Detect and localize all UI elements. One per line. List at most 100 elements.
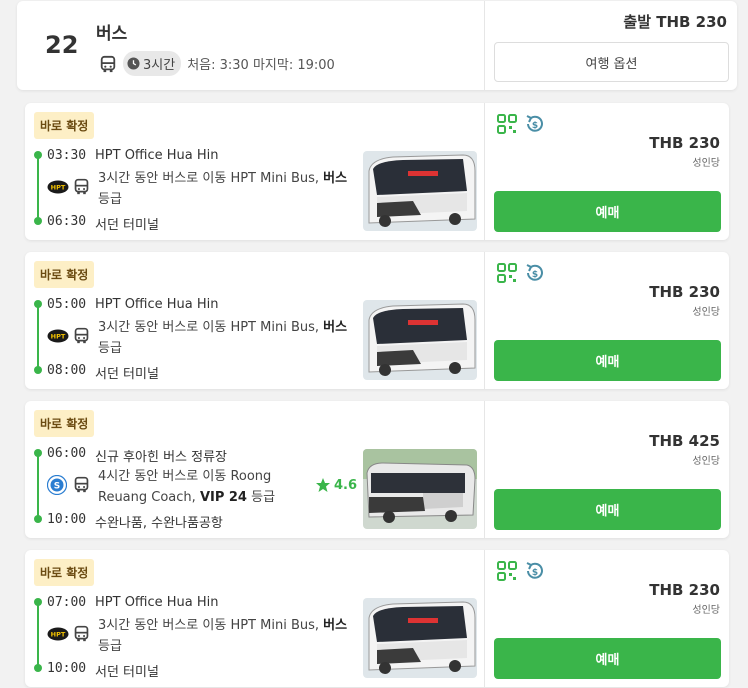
- departure-dot: [34, 300, 42, 308]
- transport-summary-card: 22 버스 3시간 처음: 3:30 마지막: 19:00 출발 THB 230…: [17, 1, 737, 90]
- qr-ticket-icon: [497, 561, 517, 581]
- card-divider: [484, 103, 485, 240]
- price: THB 230: [649, 283, 720, 301]
- price-unit: 성인당: [692, 307, 720, 318]
- departure-time: 05:00: [47, 297, 87, 312]
- divider: [484, 1, 485, 90]
- bus-icon: [74, 476, 89, 493]
- svg-text:HPT: HPT: [51, 333, 66, 341]
- instant-confirm-badge: 바로 확정: [34, 112, 95, 139]
- desc-text: 3시간 동안 버스로 이동 HPT Mini Bus,: [98, 171, 324, 186]
- desc-text: 3시간 동안 버스로 이동 HPT Mini Bus,: [98, 320, 324, 335]
- book-button[interactable]: 예매: [494, 638, 721, 679]
- refund-icon: $: [526, 562, 543, 579]
- trip-card[interactable]: 바로 확정 03:30 HPT Office Hua Hin HPT 3시간 동…: [25, 103, 729, 240]
- feature-icons: $: [496, 113, 552, 135]
- desc-text: 3시간 동안 버스로 이동 HPT Mini Bus,: [98, 618, 324, 633]
- desc-suffix: 등급: [98, 192, 122, 207]
- arrival-stop: 서던 터미널: [95, 665, 159, 680]
- departure-stop: HPT Office Hua Hin: [95, 595, 219, 610]
- travel-options-button[interactable]: 여행 옵션: [494, 42, 729, 82]
- card-divider: [484, 252, 485, 389]
- card-divider: [484, 401, 485, 538]
- trip-description: 3시간 동안 버스로 이동 HPT Mini Bus, 버스 등급: [98, 615, 358, 657]
- departure-time: 06:00: [47, 446, 87, 461]
- hpt-operator-logo: HPT: [47, 627, 69, 641]
- book-button[interactable]: 예매: [494, 191, 721, 232]
- departure-dot: [34, 151, 42, 159]
- bus-icon: [74, 327, 89, 344]
- book-button[interactable]: 예매: [494, 489, 721, 530]
- hpt-operator-logo: HPT: [47, 180, 69, 194]
- arrival-dot: [34, 664, 42, 672]
- operator-rating: 4.6: [315, 477, 357, 493]
- arrival-stop: 서던 터미널: [95, 367, 159, 382]
- svg-text:HPT: HPT: [51, 184, 66, 192]
- route-line: [37, 155, 39, 220]
- vehicle-photo[interactable]: [363, 598, 477, 678]
- vehicle-photo[interactable]: [363, 300, 477, 380]
- card-divider: [484, 550, 485, 687]
- class-name: VIP 24: [199, 490, 247, 505]
- desc-suffix: 등급: [98, 341, 122, 356]
- arrival-stop: 서던 터미널: [95, 218, 159, 233]
- price-unit: 성인당: [692, 456, 720, 467]
- departure-stop: HPT Office Hua Hin: [95, 148, 219, 163]
- transport-type-title: 버스: [96, 24, 128, 44]
- price: THB 230: [649, 134, 720, 152]
- trip-card[interactable]: 바로 확정 05:00 HPT Office Hua Hin HPT 3시간 동…: [25, 252, 729, 389]
- bus-icon: [74, 178, 89, 195]
- instant-confirm-badge: 바로 확정: [34, 410, 95, 437]
- roong-reuang-operator-logo: S: [47, 475, 67, 495]
- price-unit: 성인당: [692, 605, 720, 616]
- feature-icons: $: [496, 560, 552, 582]
- clock-icon: [127, 57, 140, 70]
- duration-pill: 3시간: [123, 51, 182, 76]
- desc-suffix: 등급: [246, 490, 276, 505]
- arrival-stop: 수완나품, 수완나품공항: [95, 516, 223, 531]
- price: THB 230: [649, 581, 720, 599]
- bus-icon: [74, 625, 89, 642]
- hpt-operator-logo: HPT: [47, 329, 69, 343]
- trip-description: 4시간 동안 버스로 이동 Roong Reuang Coach, VIP 24…: [98, 466, 308, 508]
- instant-confirm-badge: 바로 확정: [34, 559, 95, 586]
- departure-stop: HPT Office Hua Hin: [95, 297, 219, 312]
- trip-count: 22: [45, 31, 79, 59]
- star-icon: [316, 478, 330, 492]
- departure-time: 03:30: [47, 148, 87, 163]
- vehicle-photo[interactable]: [363, 151, 477, 231]
- arrival-time: 10:00: [47, 661, 87, 676]
- qr-ticket-icon: [497, 114, 517, 134]
- bus-icon: [100, 55, 116, 72]
- summary-meta: 3시간 처음: 3:30 마지막: 19:00: [99, 51, 335, 76]
- route-line: [37, 602, 39, 667]
- rating-value: 4.6: [334, 477, 358, 493]
- svg-text:$: $: [532, 270, 538, 280]
- trip-card[interactable]: 바로 확정 06:00 신규 후아힌 버스 정류장 S 4시간 동안 버스로 이…: [25, 401, 729, 538]
- trip-description: 3시간 동안 버스로 이동 HPT Mini Bus, 버스 등급: [98, 317, 358, 359]
- arrival-dot: [34, 515, 42, 523]
- arrival-dot: [34, 217, 42, 225]
- svg-text:S: S: [54, 482, 60, 492]
- departure-time: 07:00: [47, 595, 87, 610]
- departure-dot: [34, 449, 42, 457]
- departure-stop: 신규 후아힌 버스 정류장: [95, 450, 227, 465]
- vehicle-photo[interactable]: [363, 449, 477, 529]
- arrival-time: 08:00: [47, 363, 87, 378]
- duration-text: 3시간: [143, 58, 176, 73]
- price: THB 425: [649, 432, 720, 450]
- instant-confirm-badge: 바로 확정: [34, 261, 95, 288]
- svg-text:HPT: HPT: [51, 631, 66, 639]
- class-name: 버스: [323, 618, 348, 633]
- book-button[interactable]: 예매: [494, 340, 721, 381]
- desc-suffix: 등급: [98, 639, 122, 654]
- arrival-time: 06:30: [47, 214, 87, 229]
- arrival-time: 10:00: [47, 512, 87, 527]
- svg-text:$: $: [532, 568, 538, 578]
- trip-card[interactable]: 바로 확정 07:00 HPT Office Hua Hin HPT 3시간 동…: [25, 550, 729, 687]
- price-unit: 성인당: [692, 158, 720, 169]
- schedule-text: 처음: 3:30 마지막: 19:00: [187, 58, 335, 73]
- trip-description: 3시간 동안 버스로 이동 HPT Mini Bus, 버스 등급: [98, 168, 358, 210]
- from-price: 출발 THB 230: [623, 13, 727, 31]
- departure-dot: [34, 598, 42, 606]
